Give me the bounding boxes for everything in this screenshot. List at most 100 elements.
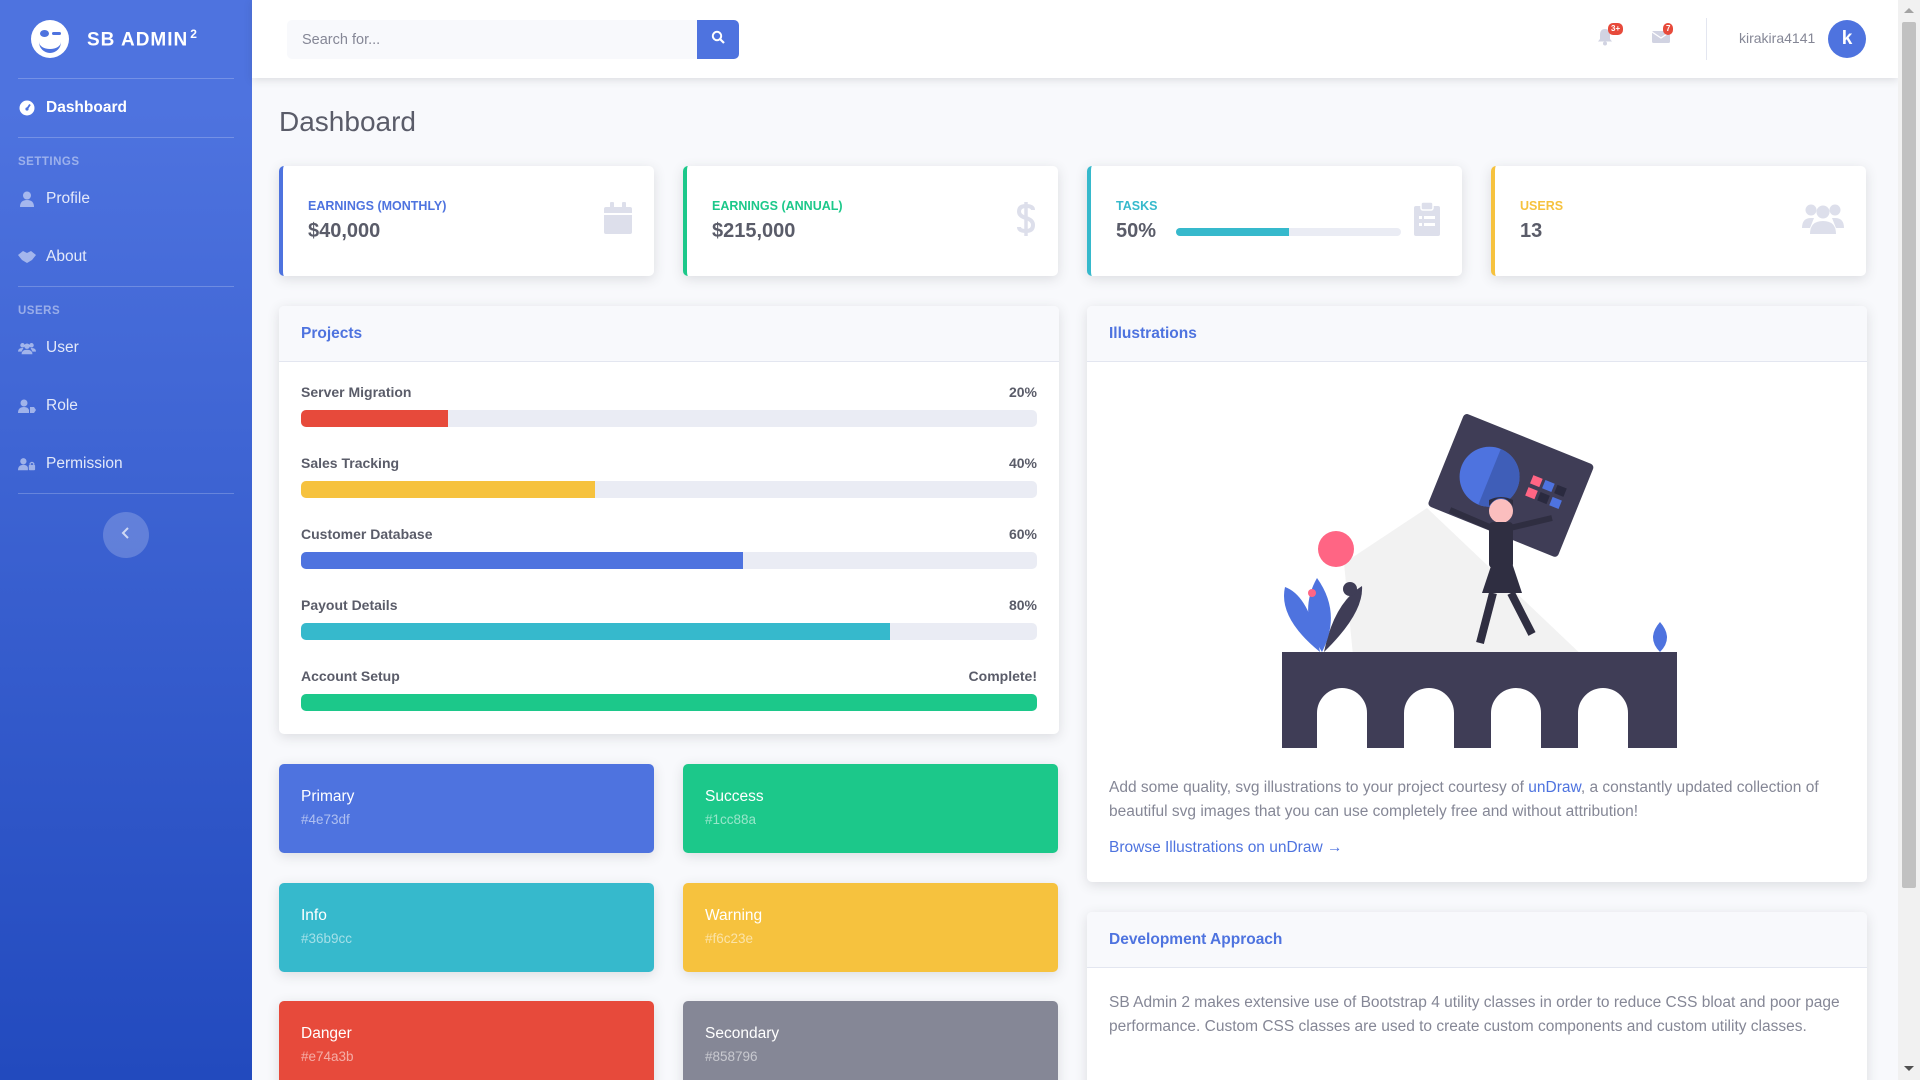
topbar-divider: [1706, 18, 1707, 60]
sidebar-item-user[interactable]: User: [0, 319, 252, 377]
scrollbar[interactable]: [1898, 0, 1920, 1080]
project-progress-fill: [301, 481, 596, 498]
user-tag-icon: [18, 397, 36, 415]
sidebar-item-label: User: [46, 339, 79, 356]
color-hex: #e74a3b: [301, 1049, 354, 1064]
users-icon: [18, 339, 36, 357]
project-name: Payout Details: [301, 597, 398, 613]
undraw-link[interactable]: unDraw: [1528, 779, 1581, 796]
project-progress-bar: [301, 410, 1037, 427]
scroll-thumb[interactable]: [1902, 22, 1916, 888]
undraw-illustration: [1282, 414, 1677, 748]
stat-card-earnings-annual: EARNINGS (ANNUAL) $215,000: [683, 166, 1058, 276]
bell-icon: [1597, 29, 1613, 50]
browse-illustrations-link[interactable]: Browse Illustrations on unDraw →: [1109, 836, 1342, 860]
color-card-danger: Danger #e74a3b: [279, 1001, 654, 1080]
stat-label: TASKS: [1116, 199, 1158, 213]
username[interactable]: kirakira4141: [1739, 30, 1815, 46]
project-item: Account Setup Complete!: [301, 668, 1037, 711]
search-button[interactable]: [697, 20, 739, 59]
topbar: 3+ 7 kirakira4141 k: [252, 0, 1898, 78]
color-card-success: Success #1cc88a: [683, 764, 1058, 853]
alerts-badge: 3+: [1608, 23, 1624, 35]
sidebar-item-about[interactable]: About: [0, 228, 252, 286]
sidebar: SB ADMIN 2 Dashboard SETTINGS Profile Abo…: [0, 0, 252, 1080]
sidebar-heading-users: USERS: [18, 305, 61, 317]
scroll-up-icon[interactable]: [1904, 8, 1914, 13]
chevron-left-icon: [121, 526, 131, 544]
color-hex: #36b9cc: [301, 931, 353, 946]
color-name: Info: [301, 907, 327, 924]
alerts-button[interactable]: 3+: [1597, 23, 1624, 50]
stat-label: EARNINGS (MONTHLY): [308, 199, 447, 213]
project-percent: Complete!: [968, 668, 1037, 684]
development-card-title: Development Approach: [1087, 912, 1867, 968]
sidebar-item-dashboard[interactable]: Dashboard: [0, 79, 252, 137]
projects-card-title: Projects: [279, 306, 1059, 362]
sidebar-item-profile[interactable]: Profile: [0, 170, 252, 228]
laugh-wink-icon: [31, 20, 69, 58]
project-progress-bar: [301, 481, 1037, 498]
project-item: Server Migration 20%: [301, 384, 1037, 427]
project-progress-fill: [301, 552, 743, 569]
tasks-progress-fill: [1176, 228, 1289, 236]
stat-card-tasks: TASKS 50%: [1087, 166, 1462, 276]
tasks-progress-bar: [1176, 228, 1401, 236]
sidebar-item-role[interactable]: Role: [0, 377, 252, 435]
stat-card-users: USERS 13: [1491, 166, 1866, 276]
color-name: Warning: [705, 907, 763, 924]
color-card-primary: Primary #4e73df: [279, 764, 654, 853]
color-card-warning: Warning #f6c23e: [683, 883, 1058, 972]
search-input[interactable]: [287, 20, 697, 59]
sidebar-item-label: Profile: [46, 190, 90, 207]
color-hex: #f6c23e: [705, 931, 754, 946]
description-text: Add some quality, svg illustrations to y…: [1109, 779, 1529, 796]
color-hex: #858796: [705, 1049, 758, 1064]
sidebar-item-label: Role: [46, 397, 78, 414]
project-percent: 40%: [1008, 455, 1037, 471]
page-title: Dashboard: [279, 106, 416, 137]
handshake-icon: [18, 248, 36, 266]
color-name: Success: [705, 788, 764, 805]
sidebar-item-label: Dashboard: [46, 99, 127, 116]
brand[interactable]: SB ADMIN 2: [0, 0, 252, 78]
illustrations-card-title: Illustrations: [1087, 306, 1867, 362]
project-percent: 20%: [1008, 384, 1037, 400]
color-name: Danger: [301, 1025, 352, 1042]
dollar-icon: [1016, 202, 1036, 241]
user-icon: [18, 190, 36, 208]
project-name: Customer Database: [301, 526, 433, 542]
stat-value: $215,000: [712, 220, 796, 242]
project-progress-fill: [301, 410, 449, 427]
color-hex: #4e73df: [301, 812, 350, 827]
sidebar-item-label: About: [46, 248, 87, 265]
project-progress-bar: [301, 623, 1037, 640]
scroll-down-icon[interactable]: [1904, 1066, 1914, 1071]
messages-button[interactable]: 7: [1651, 23, 1674, 48]
stat-label: EARNINGS (ANNUAL): [712, 199, 843, 213]
stat-value: $40,000: [308, 220, 381, 242]
sidebar-divider: [18, 493, 234, 494]
sidebar-item-permission[interactable]: Permission: [0, 435, 252, 493]
project-progress-fill: [301, 623, 890, 640]
project-progress-fill: [301, 694, 1037, 711]
project-item: Sales Tracking 40%: [301, 455, 1037, 498]
clipboard-icon: [1414, 201, 1440, 241]
projects-card: Projects Server Migration 20% Sales Track…: [279, 306, 1059, 734]
brand-name: SB ADMIN 2: [87, 26, 198, 51]
illustrations-card: Illustrations Add some quality, svg illu…: [1087, 306, 1867, 882]
calendar-icon: [604, 202, 632, 239]
project-name: Sales Tracking: [301, 455, 400, 471]
sidebar-toggle-button[interactable]: [103, 512, 149, 558]
stat-value: 13: [1520, 220, 1543, 242]
development-description: SB Admin 2 makes extensive use of Bootst…: [1109, 994, 1840, 1035]
project-name: Server Migration: [301, 384, 412, 400]
project-percent: 80%: [1008, 597, 1037, 613]
project-progress-bar: [301, 694, 1037, 711]
messages-badge: 7: [1663, 23, 1674, 35]
avatar[interactable]: k: [1828, 20, 1866, 58]
search-icon: [711, 30, 725, 49]
stat-card-earnings-monthly: EARNINGS (MONTHLY) $40,000: [279, 166, 654, 276]
main-content: Dashboard EARNINGS (MONTHLY) $40,000 EAR…: [252, 78, 1898, 1080]
user-lock-icon: [18, 455, 36, 473]
